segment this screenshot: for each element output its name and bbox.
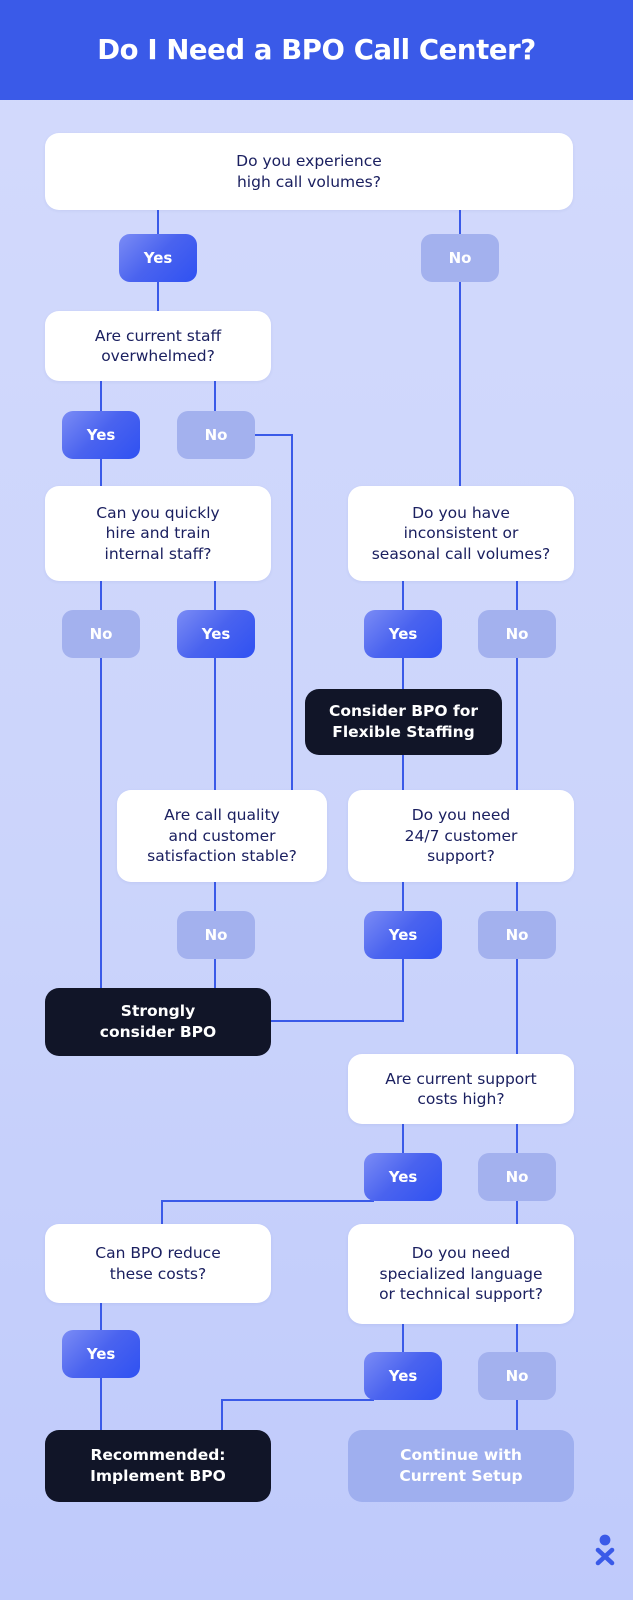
pill-label: Yes [388,926,418,944]
pill-label: No [505,1367,529,1385]
question-node-q9: Do you need specialized language or techni… [348,1224,574,1324]
pill-label: No [204,426,228,444]
question-text: Do you need specialized language or techni… [379,1244,543,1304]
pill-label: No [505,926,529,944]
question-text: Are current support costs high? [385,1069,537,1108]
pill-label: Yes [388,625,418,643]
question-text: Are current staff overwhelmed? [94,326,222,365]
pill-label: Yes [86,426,116,444]
question-text: Do you experience high call volumes? [236,152,382,191]
pill-label: Yes [201,625,231,643]
pill-label: Yes [388,1367,418,1385]
infographic-root: Do I Need a BPO Call Center? Do you expe… [0,0,633,1600]
branch-pill-no-q7[interactable]: No [478,1153,556,1201]
question-text: Do you need 24/7 customer support? [404,806,518,866]
branch-pill-no-q9[interactable]: No [478,1352,556,1400]
branch-pill-no-q6[interactable]: No [478,911,556,959]
branch-pill-yes-q7[interactable]: Yes [364,1153,442,1201]
pill-label: No [204,926,228,944]
branch-pill-no-q4[interactable]: No [478,610,556,658]
branch-pill-no-q2[interactable]: No [177,411,255,459]
branch-pill-yes-q4[interactable]: Yes [364,610,442,658]
outcome-node-o2: Strongly consider BPO [45,988,271,1056]
question-text: Are call quality and customer satisfaction… [147,806,297,866]
branch-pill-no-q5[interactable]: No [177,911,255,959]
outcome-text: Consider BPO for Flexible Staffing [328,701,479,741]
page-title: Do I Need a BPO Call Center? [97,34,536,66]
branch-pill-yes-q3[interactable]: Yes [177,610,255,658]
branch-pill-yes-q6[interactable]: Yes [364,911,442,959]
pill-label: No [89,625,113,643]
branch-pill-yes-q2[interactable]: Yes [62,411,140,459]
branch-pill-no-q1[interactable]: No [421,234,499,282]
question-node-q4: Do you have inconsistent or seasonal call … [348,486,574,581]
branch-pill-yes-q8[interactable]: Yes [62,1330,140,1378]
question-text: Do you have inconsistent or seasonal call … [371,503,551,563]
question-node-q6: Do you need 24/7 customer support? [348,790,574,882]
outcome-node-o4: Continue with Current Setup [348,1430,574,1502]
pill-label: Yes [388,1168,418,1186]
outcome-text: Strongly consider BPO [99,1001,217,1041]
header-bar: Do I Need a BPO Call Center? [0,0,633,100]
pill-label: Yes [143,249,173,267]
question-node-q1: Do you experience high call volumes? [45,133,573,210]
branch-pill-yes-q9[interactable]: Yes [364,1352,442,1400]
question-node-q8: Can BPO reduce these costs? [45,1224,271,1303]
question-node-q5: Are call quality and customer satisfaction… [117,790,327,882]
question-node-q3: Can you quickly hire and train internal st… [45,486,271,581]
branch-pill-no-q3[interactable]: No [62,610,140,658]
pill-label: Yes [86,1345,116,1363]
outcome-text: Recommended: Implement BPO [90,1445,226,1485]
outcome-node-o1: Consider BPO for Flexible Staffing [305,689,502,755]
pill-label: No [505,1168,529,1186]
pill-label: No [505,625,529,643]
pill-label: No [448,249,472,267]
question-node-q7: Are current support costs high? [348,1054,574,1124]
question-node-q2: Are current staff overwhelmed? [45,311,271,381]
person-x-logo [595,1534,615,1566]
question-text: Can BPO reduce these costs? [95,1244,221,1283]
branch-pill-yes-q1[interactable]: Yes [119,234,197,282]
outcome-node-o3: Recommended: Implement BPO [45,1430,271,1502]
outcome-text: Continue with Current Setup [399,1445,523,1485]
question-text: Can you quickly hire and train internal st… [96,503,220,563]
